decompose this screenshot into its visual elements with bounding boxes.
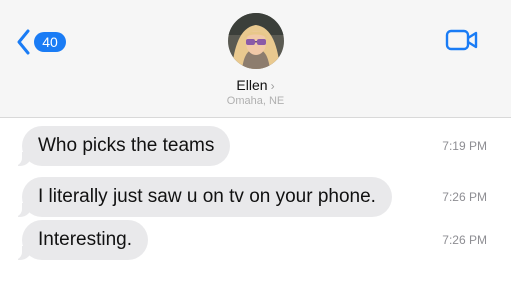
contact-name: Ellen [236,77,268,93]
contact-name-row[interactable]: Ellen › [0,77,511,93]
message-timestamp: 7:26 PM [442,233,487,247]
conversation-header: 40 Ellen › Omaha, NE [0,0,511,118]
video-camera-icon [445,29,478,51]
message-bubble[interactable]: Interesting. [12,220,148,260]
unread-count-badge: 40 [34,32,66,52]
back-button[interactable]: 40 [16,26,66,58]
contact-location: Omaha, NE [226,95,285,107]
contact-avatar[interactable] [228,13,284,69]
video-call-button[interactable] [445,29,479,56]
chevron-left-icon [17,29,30,55]
chevron-right-icon: › [270,79,275,93]
message-bubble[interactable]: Who picks the teams [11,126,231,166]
message-bubble[interactable]: I literally just saw u on tv on your pho… [12,177,392,217]
message-timestamp: 7:19 PM [442,139,487,153]
message-timestamp: 7:26 PM [442,190,487,204]
